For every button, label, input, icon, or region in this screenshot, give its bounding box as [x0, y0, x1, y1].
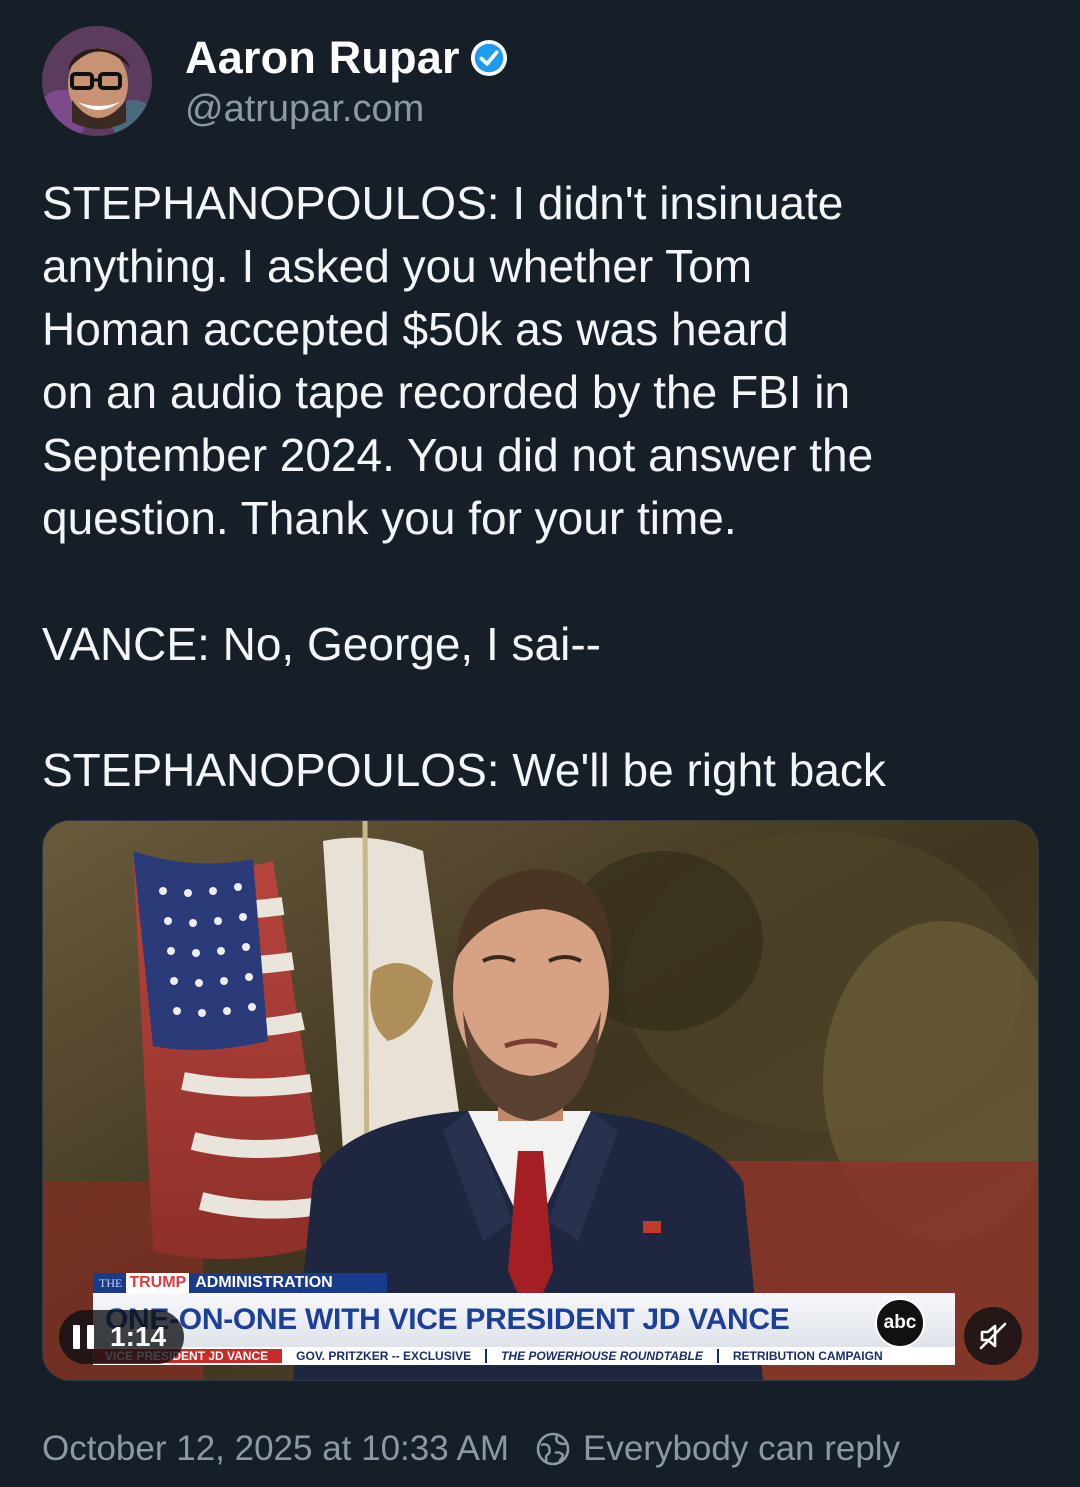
author-name-row[interactable]: Aaron Rupar [185, 32, 508, 84]
banner-administration: ADMINISTRATION [195, 1274, 333, 1291]
banner-the: THE [99, 1275, 123, 1290]
author-handle[interactable]: @atrupar.com [185, 88, 424, 131]
globe-reply-icon [536, 1432, 570, 1466]
playback-control[interactable]: 1:14 [59, 1310, 185, 1364]
video-player[interactable]: THE TRUMP ADMINISTRATION ONE-ON-ONE WITH… [42, 820, 1039, 1381]
ticker-item: GOV. PRITZKER -- EXCLUSIVE [282, 1349, 488, 1363]
headline-bar: ONE-ON-ONE WITH VICE PRESIDENT JD VANCE … [93, 1293, 955, 1348]
muted-speaker-icon [979, 1322, 1007, 1350]
video-time: 1:14 [110, 1321, 167, 1352]
post-footer: October 12, 2025 at 10:33 AM Everybody c… [42, 1424, 1042, 1474]
author-avatar[interactable] [42, 26, 152, 136]
post-timestamp[interactable]: October 12, 2025 at 10:33 AM [42, 1429, 509, 1469]
video-headline: ONE-ON-ONE WITH VICE PRESIDENT JD VANCE [105, 1303, 790, 1336]
administration-banner: THE TRUMP ADMINISTRATION [93, 1273, 387, 1293]
verified-badge-icon [470, 39, 507, 77]
news-ticker: VICE PRESIDENT JD VANCE GOV. PRITZKER --… [93, 1347, 955, 1365]
abc-logo: abc [875, 1298, 925, 1348]
reply-setting[interactable]: Everybody can reply [583, 1429, 900, 1469]
ticker-item: RETRIBUTION CAMPAIGN [732, 1349, 883, 1363]
mute-button[interactable] [964, 1307, 1022, 1365]
post-text: STEPHANOPOULOS: I didn't insinuate anyth… [42, 177, 886, 796]
news-lower-third: THE TRUMP ADMINISTRATION ONE-ON-ONE WITH… [93, 1273, 955, 1365]
author-name[interactable]: Aaron Rupar [185, 32, 460, 84]
post-header: Aaron Rupar @atrupar.com [42, 24, 1042, 136]
ticker-item: THE POWERHOUSE ROUNDTABLE [487, 1349, 719, 1363]
pause-icon[interactable] [73, 1325, 94, 1349]
banner-trump: TRUMP [126, 1273, 190, 1293]
